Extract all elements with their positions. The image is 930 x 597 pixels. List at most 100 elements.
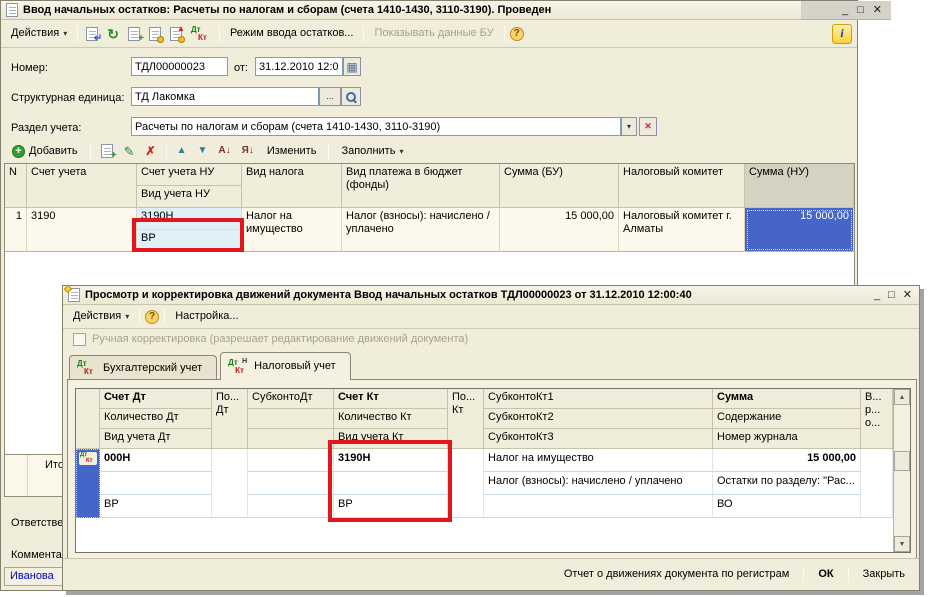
copy-document-button[interactable]: + <box>125 25 143 43</box>
cell-subkonto-dt2[interactable] <box>248 472 334 495</box>
section-clear-button[interactable]: ✕ <box>639 117 657 136</box>
movements-report-button[interactable]: Отчет о движениях документа по регистрам <box>560 566 794 583</box>
refresh-icon: ↻ <box>107 27 119 41</box>
info-icon[interactable]: i <box>832 24 852 44</box>
cell-vro[interactable] <box>861 449 893 518</box>
col-header-tax-type: Вид налога <box>242 164 342 208</box>
search-button[interactable] <box>341 87 361 106</box>
calendar-icon: ▦ <box>346 61 357 73</box>
actions-menu-button[interactable]: Действия ▾ <box>68 308 134 325</box>
cell-po-dt[interactable] <box>212 449 248 518</box>
po-line2: Дт <box>216 404 243 417</box>
ok-button[interactable]: ОК <box>814 566 837 583</box>
responsible-value: Иванова <box>10 570 54 583</box>
scrollbar-thumb[interactable] <box>894 451 910 471</box>
cell-committee[interactable]: Налоговый комитет г. Алматы <box>619 208 745 252</box>
cell-content[interactable]: Остатки по разделу: "Рас... <box>713 472 861 495</box>
arrow-icon: ↵ <box>94 34 102 44</box>
cell-kind-dt[interactable]: ВР <box>100 495 212 518</box>
maximize-icon[interactable]: □ <box>857 5 864 16</box>
tab-tax[interactable]: Дт Н Кт Налоговый учет <box>220 352 351 380</box>
arrow-down-icon: ▼ <box>198 146 208 156</box>
chevron-down-icon: ▾ <box>399 145 403 158</box>
col-header-sum-bu: Сумма (БУ) <box>500 164 619 208</box>
choose-button[interactable]: ... <box>319 87 341 106</box>
tab-accounting[interactable]: Дт Кт Бухгалтерский учет <box>69 355 217 380</box>
help-icon[interactable]: ? <box>145 310 159 324</box>
minimize-icon[interactable]: _ <box>874 290 880 301</box>
dtkt-icon: Дт Кт <box>77 360 97 376</box>
cell-subkonto-kt3[interactable] <box>484 495 713 518</box>
separator <box>139 308 140 325</box>
add-row-button[interactable]: + Добавить <box>7 143 83 160</box>
move-down-button[interactable]: ▼ <box>195 144 211 158</box>
scroll-down-button[interactable]: ▼ <box>894 536 910 552</box>
fill-menu-button[interactable]: Заполнить ▾ <box>336 143 408 160</box>
sort-asc-button[interactable]: А↓ <box>215 144 233 158</box>
cell-subkonto-dt3[interactable] <box>248 495 334 518</box>
postings-header: Счет Дт По... Дт СубконтоДт Счет Кт По..… <box>76 389 893 449</box>
cell-tax-type[interactable]: Налог на имущество <box>242 208 342 252</box>
actions-label: Действия <box>73 310 121 323</box>
cell-sum-bu[interactable]: 15 000,00 <box>500 208 619 252</box>
window2-titlebar[interactable]: Просмотр и корректировка движений докуме… <box>63 286 919 305</box>
vertical-scrollbar[interactable]: ▲ ▼ <box>893 389 910 552</box>
window2-controls: _ □ ✕ <box>874 290 914 301</box>
close-icon[interactable]: ✕ <box>873 5 882 16</box>
cell-n[interactable]: 1 <box>5 208 27 252</box>
search-icon <box>345 91 357 103</box>
cell-subkonto-kt1[interactable]: Налог на имущество <box>484 449 713 472</box>
col-header-subkonto-dt: СубконтоДт <box>248 389 334 409</box>
cell-sum[interactable]: 15 000,00 <box>713 449 861 472</box>
manual-correction-label: Ручная корректировка (разрешает редактир… <box>92 333 468 346</box>
maximize-icon[interactable]: □ <box>888 290 895 301</box>
minimize-icon[interactable]: _ <box>842 5 848 16</box>
sort-desc-button[interactable]: Я↓ <box>239 144 257 158</box>
doc-plus-icon: + <box>101 144 113 158</box>
number-input[interactable] <box>131 57 228 76</box>
cell-subkonto-kt2[interactable]: Налог (взносы): начислено / уплачено <box>484 472 713 495</box>
cell-account-dt[interactable]: 000Н <box>100 449 212 472</box>
help-icon[interactable]: ? <box>510 27 524 41</box>
date-from-label: от: <box>234 62 248 75</box>
delete-row-button[interactable]: ✗ <box>143 143 159 159</box>
actions-menu-button[interactable]: Действия ▾ <box>6 25 72 42</box>
write-document-button[interactable]: ↵ <box>83 25 101 43</box>
section-select[interactable] <box>131 117 621 136</box>
balance-entry-mode-button[interactable]: Режим ввода остатков... <box>225 25 359 42</box>
cell-po-kt[interactable] <box>448 449 484 518</box>
cell-sum-nu-selected[interactable]: 15 000,00 <box>745 208 854 252</box>
window1-title: Ввод начальных остатков: Расчеты по нало… <box>23 4 551 17</box>
unpost-with-coins-button[interactable]: ▲ <box>167 25 185 43</box>
post-document-button[interactable]: ↻ <box>104 25 122 43</box>
copy-row-button[interactable]: + <box>98 142 116 160</box>
manual-correction-checkbox[interactable] <box>73 333 86 346</box>
post-with-coins-button[interactable] <box>146 25 164 43</box>
col-header-sum: Сумма <box>713 389 861 409</box>
settings-button[interactable]: Настройка... <box>170 308 243 325</box>
structural-unit-label: Структурная единица: <box>11 92 124 105</box>
close-button[interactable]: Закрыть <box>859 566 909 583</box>
show-postings-button[interactable]: Дт Кт <box>188 24 214 44</box>
vro-line3: о... <box>865 417 888 430</box>
cell-account[interactable]: 3190 <box>27 208 137 252</box>
date-input[interactable] <box>255 57 343 76</box>
table-command-bar: + Добавить + ✎ ✗ ▲ ▼ А↓ Я↓ Изменить Запо… <box>7 140 408 162</box>
section-dropdown-button[interactable]: ▾ <box>621 117 637 136</box>
cell-qty-dt[interactable] <box>100 472 212 495</box>
cell-subkonto-dt1[interactable] <box>248 449 334 472</box>
doc-coins-out-icon: ▲ <box>170 27 182 41</box>
move-up-button[interactable]: ▲ <box>174 144 190 158</box>
structural-unit-input[interactable] <box>131 87 319 106</box>
calendar-button[interactable]: ▦ <box>343 57 361 76</box>
scroll-up-button[interactable]: ▲ <box>894 389 910 405</box>
col-header-sum-nu: Сумма (НУ) <box>745 164 854 208</box>
close-icon[interactable]: ✕ <box>903 290 912 301</box>
cell-journal[interactable]: ВО <box>713 495 861 518</box>
row-marker[interactable]: Дт Кт <box>76 449 100 518</box>
separator <box>328 143 329 160</box>
cell-payment-type[interactable]: Налог (взносы): начислено / уплачено <box>342 208 500 252</box>
edit-row-button[interactable]: ✎ <box>121 143 138 160</box>
window1-titlebar[interactable]: Ввод начальных остатков: Расчеты по нало… <box>1 1 857 20</box>
change-button[interactable]: Изменить <box>262 143 322 160</box>
